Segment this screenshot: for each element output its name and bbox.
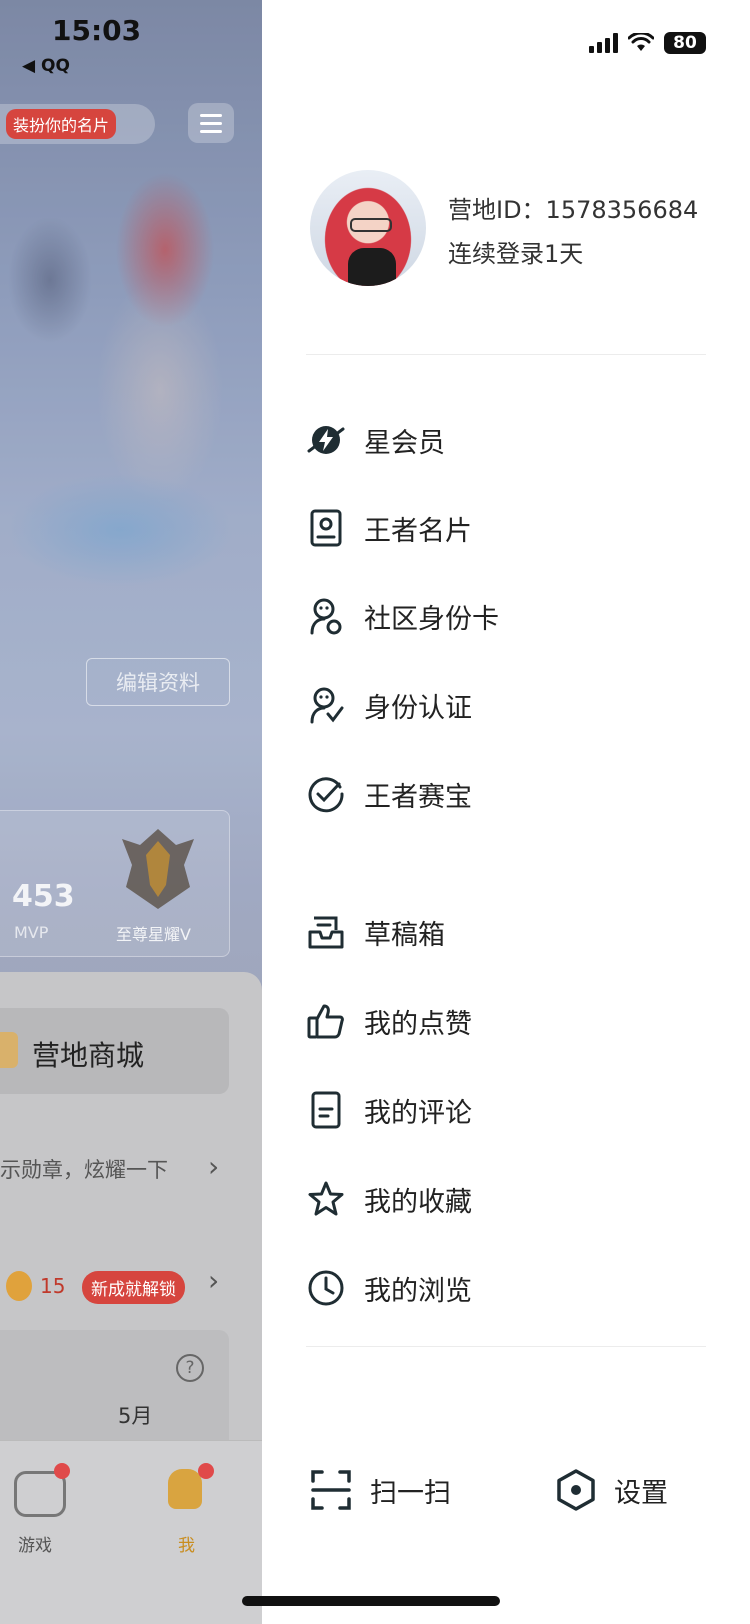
hamburger-menu-icon[interactable]: [188, 103, 234, 143]
star-member-icon: [306, 420, 346, 460]
thumbs-up-icon: [306, 1001, 346, 1041]
achievement-count: 15: [40, 1274, 66, 1298]
status-time: 15:03: [52, 14, 142, 47]
camp-mall-card[interactable]: 营地商城: [0, 1008, 229, 1094]
wifi-icon: [628, 33, 654, 51]
menu-item-my-history[interactable]: 我的浏览: [306, 1256, 706, 1320]
me-avatar-icon[interactable]: [168, 1469, 202, 1509]
battery-icon: 80: [664, 32, 706, 54]
help-icon[interactable]: ?: [176, 1354, 204, 1382]
new-achievement-badge: 新成就解锁: [82, 1271, 185, 1304]
back-to-app-link[interactable]: ◀ QQ: [22, 56, 70, 76]
menu-item-label: 星会员: [364, 427, 445, 459]
stats-card: 453 MVP 至尊星耀V: [0, 810, 230, 957]
draft-box-icon: [306, 912, 346, 952]
check-circle-icon: [306, 774, 346, 814]
background-profile-page: 15:03 ◀ QQ 装扮你的名片 编辑资料 453 MVP 至尊星耀V 营地商…: [0, 0, 262, 1624]
star-icon: [306, 1179, 346, 1219]
menu-item-my-likes[interactable]: 我的点赞: [306, 989, 706, 1053]
mvp-count: 453: [12, 879, 75, 914]
camp-id: 营地ID：1578356684: [448, 196, 699, 224]
menu-item-label: 我的评论: [364, 1097, 472, 1129]
divider: [306, 354, 706, 355]
login-streak: 连续登录1天: [448, 240, 584, 268]
side-drawer: 80 营地ID：1578356684 连续登录1天 星会员 王者名片 社区身份卡…: [242, 0, 750, 1624]
dress-card-label: 装扮你的名片: [6, 109, 117, 139]
avatar[interactable]: [310, 170, 426, 286]
clock-icon: [306, 1268, 346, 1308]
tab-me[interactable]: 我: [178, 1531, 195, 1556]
bottom-tab-bar: 游戏 我: [0, 1440, 262, 1624]
settings-label: 设置: [614, 1477, 668, 1509]
menu-item-king-match[interactable]: 王者赛宝: [306, 762, 706, 826]
menu-item-my-favorites[interactable]: 我的收藏: [306, 1167, 706, 1231]
chevron-right-icon[interactable]: ›: [208, 1150, 219, 1183]
shopping-bag-icon: [0, 1032, 18, 1068]
mall-label: 营地商城: [32, 1039, 145, 1072]
menu-item-label: 我的点赞: [364, 1008, 472, 1040]
menu-item-star-member[interactable]: 星会员: [306, 408, 706, 472]
comment-doc-icon: [306, 1090, 346, 1130]
status-icons: 80: [589, 32, 706, 54]
scan-button[interactable]: 扫一扫: [310, 1460, 451, 1520]
menu-item-label: 草稿箱: [364, 919, 445, 951]
menu-item-label: 王者名片: [364, 515, 472, 547]
edit-profile-button[interactable]: 编辑资料: [86, 658, 230, 706]
lightning-badge-icon: [6, 1271, 32, 1301]
achievement-row[interactable]: 15 新成就解锁: [0, 1269, 240, 1304]
menu-item-drafts[interactable]: 草稿箱: [306, 900, 706, 964]
menu-item-community-id[interactable]: 社区身份卡: [306, 584, 706, 648]
dress-card-button[interactable]: 装扮你的名片: [0, 104, 155, 144]
community-id-icon: [306, 596, 346, 636]
medal-row[interactable]: 示勋章，炫耀一下: [0, 1154, 168, 1184]
identity-verify-icon: [306, 685, 346, 725]
scan-label: 扫一扫: [370, 1477, 451, 1509]
scan-icon: [311, 1470, 351, 1510]
menu-item-my-comments[interactable]: 我的评论: [306, 1078, 706, 1142]
menu-item-label: 我的浏览: [364, 1275, 472, 1307]
menu-item-label: 社区身份卡: [364, 603, 499, 635]
chevron-right-icon[interactable]: ›: [208, 1264, 219, 1297]
medal-text: 示勋章，炫耀一下: [0, 1158, 168, 1182]
tab-games[interactable]: 游戏: [18, 1531, 52, 1556]
mvp-label: MVP: [14, 923, 49, 942]
menu-item-label: 身份认证: [364, 692, 472, 724]
divider: [306, 1346, 706, 1347]
settings-button[interactable]: 设置: [556, 1460, 668, 1520]
rank-emblem-icon: [122, 829, 194, 909]
menu-item-label: 我的收藏: [364, 1186, 472, 1218]
rank-label: 至尊星耀V: [116, 925, 191, 944]
home-indicator[interactable]: [242, 1596, 500, 1606]
settings-hexagon-icon: [557, 1469, 595, 1511]
menu-item-identity-verify[interactable]: 身份认证: [306, 673, 706, 737]
notification-dot: [198, 1463, 214, 1479]
name-card-icon: [306, 508, 346, 548]
cellular-signal-icon: [589, 33, 618, 53]
calendar-month: 5月: [118, 1404, 153, 1428]
menu-item-name-card[interactable]: 王者名片: [306, 496, 706, 560]
notification-dot: [54, 1463, 70, 1479]
menu-item-label: 王者赛宝: [364, 781, 472, 813]
